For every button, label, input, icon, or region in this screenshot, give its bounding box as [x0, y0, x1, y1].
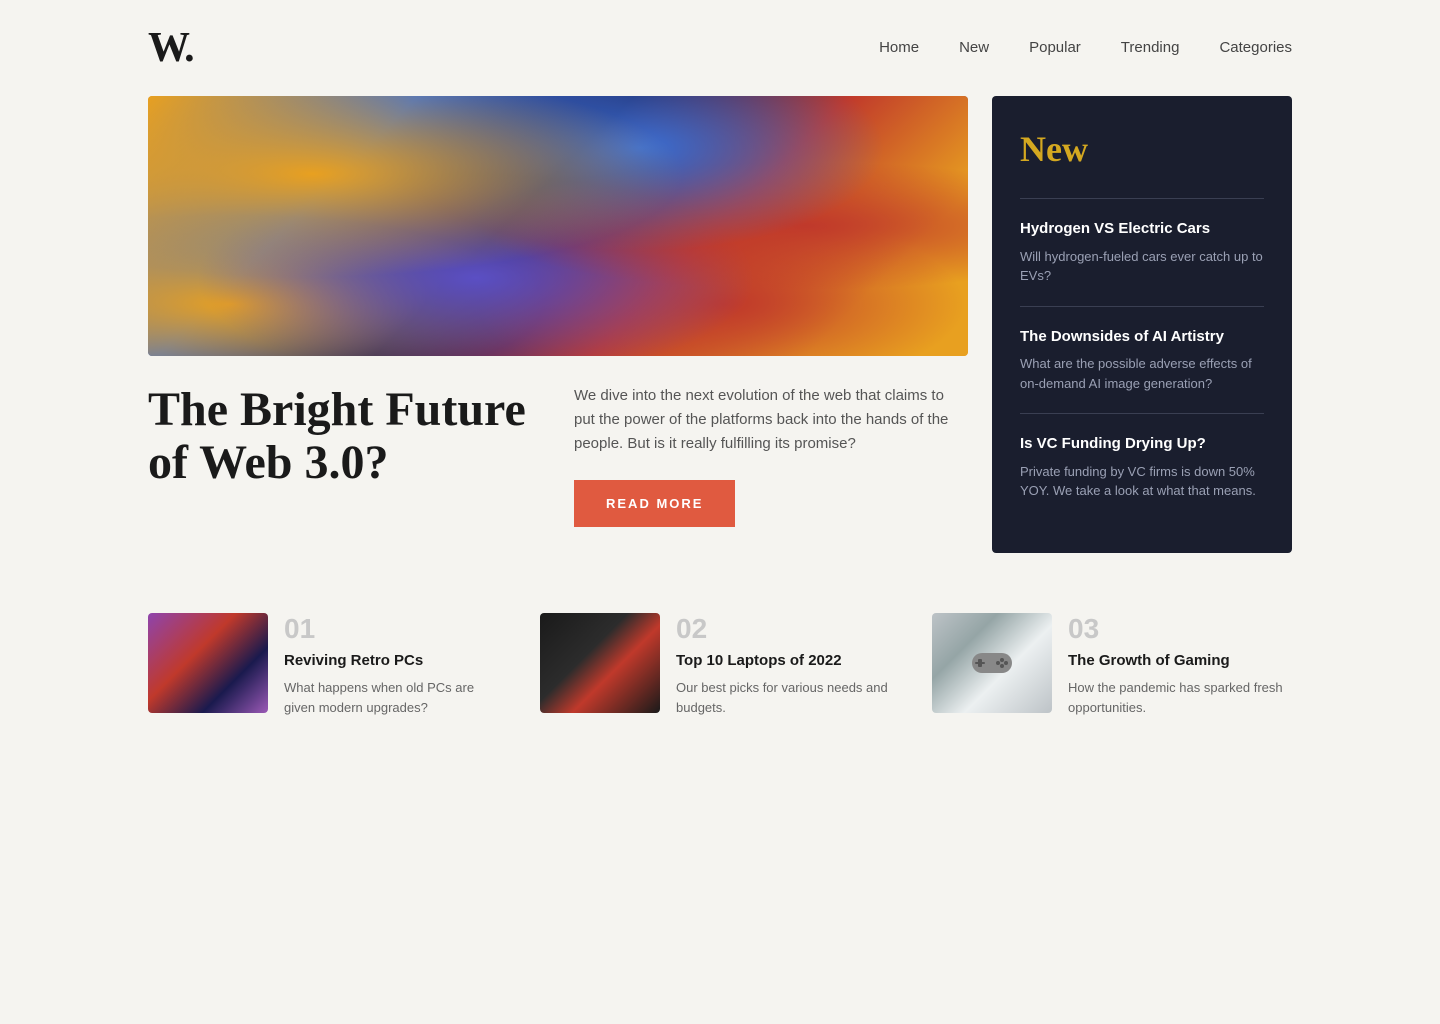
articles-section: 01 Reviving Retro PCs What happens when … — [0, 613, 1440, 778]
new-item-1-title: Hydrogen VS Electric Cars — [1020, 219, 1264, 239]
hero-image-art — [148, 96, 968, 356]
main-nav: W. Home New Popular Trending Categories — [0, 0, 1440, 96]
retro-pc-image — [148, 613, 268, 713]
hero-section: The Bright Future of Web 3.0? We dive in… — [148, 96, 968, 553]
nav-links: Home New Popular Trending Categories — [879, 39, 1292, 57]
new-item-2[interactable]: The Downsides of AI Artistry What are th… — [1020, 306, 1264, 414]
new-item-1[interactable]: Hydrogen VS Electric Cars Will hydrogen-… — [1020, 198, 1264, 306]
hero-title: The Bright Future of Web 3.0? — [148, 384, 542, 490]
nav-new[interactable]: New — [959, 39, 989, 56]
article-info-2: 02 Top 10 Laptops of 2022 Our best picks… — [676, 613, 900, 718]
article-number-1: 01 — [284, 613, 508, 645]
nav-home[interactable]: Home — [879, 39, 919, 56]
hero-image-inner — [148, 96, 968, 356]
article-info-1: 01 Reviving Retro PCs What happens when … — [284, 613, 508, 718]
controller-icon — [962, 643, 1022, 683]
article-thumb-1 — [148, 613, 268, 713]
hero-desc-block: We dive into the next evolution of the w… — [574, 384, 968, 527]
article-card-3[interactable]: 03 The Growth of Gaming How the pandemic… — [932, 613, 1292, 718]
laptops-image — [540, 613, 660, 713]
new-item-1-desc: Will hydrogen-fueled cars ever catch up … — [1020, 247, 1264, 286]
article-title-3: The Growth of Gaming — [1068, 651, 1292, 671]
new-panel-title: New — [1020, 128, 1264, 170]
new-item-3-desc: Private funding by VC firms is down 50% … — [1020, 462, 1264, 501]
read-more-button[interactable]: READ MORE — [574, 480, 735, 527]
new-item-3[interactable]: Is VC Funding Drying Up? Private funding… — [1020, 413, 1264, 521]
nav-trending[interactable]: Trending — [1121, 39, 1180, 56]
article-title-2: Top 10 Laptops of 2022 — [676, 651, 900, 671]
article-number-3: 03 — [1068, 613, 1292, 645]
article-card-1[interactable]: 01 Reviving Retro PCs What happens when … — [148, 613, 508, 718]
hero-image — [148, 96, 968, 356]
new-item-3-title: Is VC Funding Drying Up? — [1020, 434, 1264, 454]
nav-categories[interactable]: Categories — [1219, 39, 1292, 56]
site-logo[interactable]: W. — [148, 24, 193, 72]
article-title-1: Reviving Retro PCs — [284, 651, 508, 671]
article-number-2: 02 — [676, 613, 900, 645]
new-item-2-desc: What are the possible adverse effects of… — [1020, 354, 1264, 393]
article-desc-1: What happens when old PCs are given mode… — [284, 678, 508, 717]
hero-text-block: The Bright Future of Web 3.0? We dive in… — [148, 384, 968, 527]
new-panel: New Hydrogen VS Electric Cars Will hydro… — [992, 96, 1292, 553]
article-desc-3: How the pandemic has sparked fresh oppor… — [1068, 678, 1292, 717]
gaming-image — [932, 613, 1052, 713]
article-desc-2: Our best picks for various needs and bud… — [676, 678, 900, 717]
article-thumb-3 — [932, 613, 1052, 713]
hero-description: We dive into the next evolution of the w… — [574, 384, 968, 456]
article-info-3: 03 The Growth of Gaming How the pandemic… — [1068, 613, 1292, 718]
article-thumb-2 — [540, 613, 660, 713]
main-content: The Bright Future of Web 3.0? We dive in… — [0, 96, 1440, 553]
article-card-2[interactable]: 02 Top 10 Laptops of 2022 Our best picks… — [540, 613, 900, 718]
nav-popular[interactable]: Popular — [1029, 39, 1081, 56]
new-item-2-title: The Downsides of AI Artistry — [1020, 327, 1264, 347]
